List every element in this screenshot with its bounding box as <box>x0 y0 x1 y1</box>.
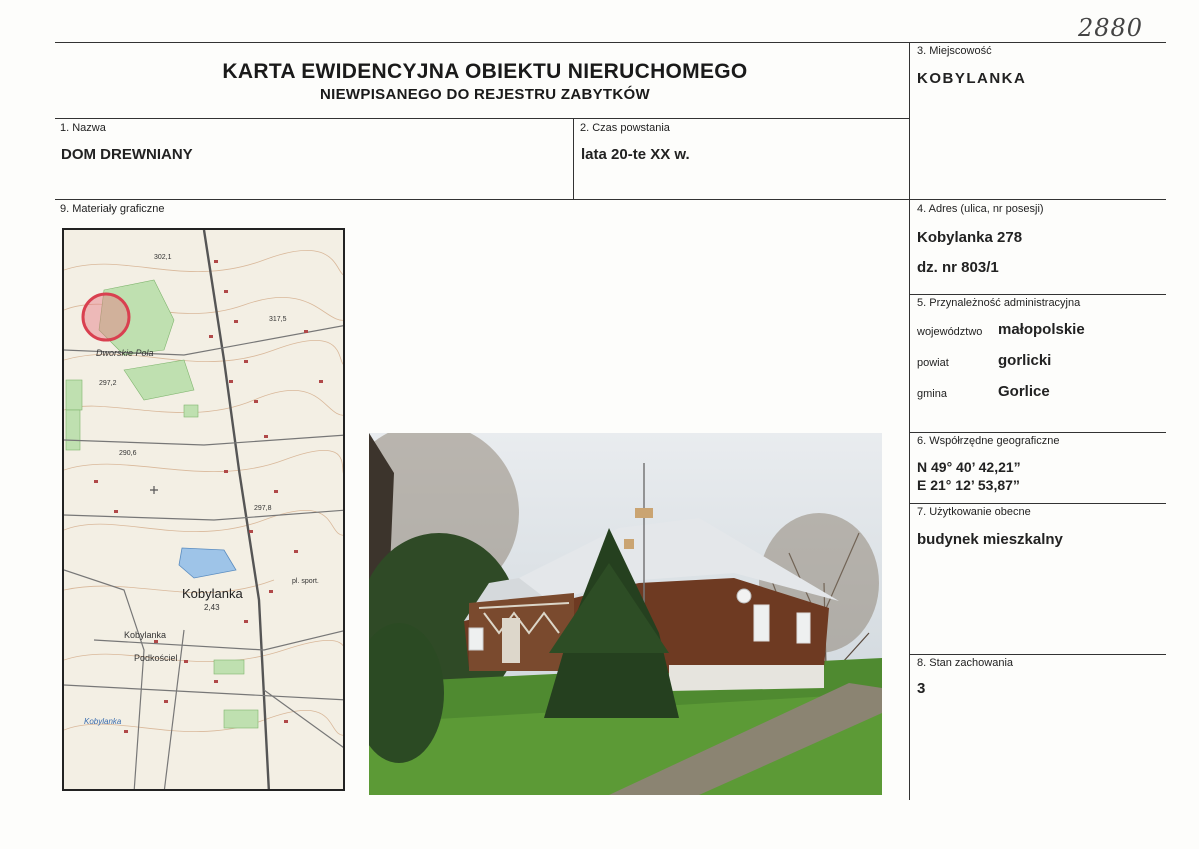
header-bottom-rule <box>55 118 910 119</box>
name-date-divider <box>573 118 574 199</box>
map-label-kobylanka: Kobylanka <box>182 586 243 601</box>
county-label: powiat <box>917 357 949 369</box>
locality-value: KOBYLANKA <box>917 70 1027 87</box>
commune-value: Gorlice <box>998 383 1050 400</box>
date-label: 2. Czas powstania <box>580 122 670 134</box>
address-bottom-rule <box>909 294 1166 295</box>
map-label-elevation-5: 297,2 <box>99 380 117 387</box>
county-value: gorlicki <box>998 352 1052 369</box>
usage-value: budynek mieszkalny <box>917 531 1063 548</box>
commune-label: gmina <box>917 388 947 400</box>
right-column-divider <box>909 42 910 800</box>
form-title: KARTA EWIDENCYJNA OBIEKTU NIERUCHOMEGO <box>222 60 748 83</box>
condition-label: 8. Stan zachowania <box>917 657 1014 669</box>
map-label-elevation-3: 290,6 <box>119 450 137 457</box>
map-label-kobylanka-bottom: Kobylanka <box>84 717 122 726</box>
name-value: DOM DREWNIANY <box>61 146 193 163</box>
address-line2: dz. nr 803/1 <box>917 259 999 276</box>
usage-label: 7. Użytkowanie obecne <box>917 506 1031 518</box>
location-marker <box>81 292 131 342</box>
coordinate-east: E 21° 12’ 53,87” <box>917 477 1020 493</box>
voivodeship-label: województwo <box>917 326 983 338</box>
admin-bottom-rule <box>909 432 1166 433</box>
address-label: 4. Adres (ulica, nr posesji) <box>917 203 1044 215</box>
house-photo <box>369 433 882 795</box>
map-label-dworskie-pola: Dworskie Pola <box>96 348 154 358</box>
address-line1: Kobylanka 278 <box>917 229 1023 246</box>
condition-value: 3 <box>917 680 926 697</box>
map-label-elevation-4: 297,8 <box>254 505 272 512</box>
topographic-map: Dworskie Pola Kobylanka 2,43 Kobylanka P… <box>62 228 345 791</box>
coordinate-north: N 49° 40’ 42,21” <box>917 459 1021 475</box>
map-label-podkoscie: Podkościel <box>134 653 178 663</box>
date-value: lata 20-te XX w. <box>581 146 690 163</box>
name-row-bottom-rule <box>55 199 1166 200</box>
usage-bottom-rule <box>909 654 1166 655</box>
map-label-elevation-1: 317,5 <box>269 316 287 323</box>
house-photo-drawing <box>369 433 882 795</box>
map-label-sport-field: pl. sport. <box>292 578 319 585</box>
coordinates-label: 6. Współrzędne geograficzne <box>917 435 1060 447</box>
admin-label: 5. Przynależność administracyjna <box>917 297 1081 309</box>
form-subtitle: NIEWPISANEGO DO REJESTRU ZABYTKÓW <box>320 86 650 103</box>
coords-bottom-rule <box>909 503 1166 504</box>
locality-label: 3. Miejscowość <box>917 45 992 57</box>
voivodeship-value: małopolskie <box>998 321 1085 338</box>
map-label-kobylanka-small: Kobylanka <box>124 630 167 640</box>
top-rule <box>55 42 1166 43</box>
map-drawing <box>64 230 343 789</box>
name-label: 1. Nazwa <box>60 122 106 134</box>
graphics-label: 9. Materiały graficzne <box>60 203 165 215</box>
handwritten-inventory-number: 2880 <box>1078 14 1144 42</box>
map-label-elevation-2: 302,1 <box>154 254 172 261</box>
map-label-elevation-center: 2,43 <box>204 603 220 612</box>
